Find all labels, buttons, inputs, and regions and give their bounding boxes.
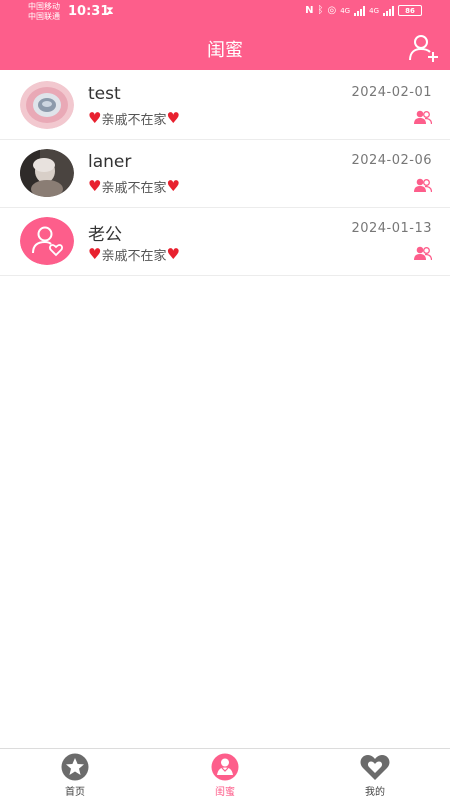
- contact-status: ♥ 亲戚不在家 ♥: [88, 177, 180, 197]
- avatar[interactable]: [20, 81, 74, 129]
- clock: 10:31: [68, 4, 110, 19]
- friends-icon[interactable]: [414, 178, 432, 192]
- plate-photo: [20, 81, 74, 129]
- hourglass-icon: ⧗: [106, 4, 114, 17]
- list-item[interactable]: laner ♥ 亲戚不在家 ♥ 2024-02-06: [0, 140, 450, 208]
- signal-icon-2: [383, 5, 394, 16]
- add-friend-button[interactable]: [408, 32, 440, 64]
- carrier-info: 中国移动 中国联通: [28, 2, 60, 22]
- heart-icon: ♥: [88, 245, 102, 263]
- network-type-1: 4G: [340, 6, 351, 15]
- tab-label: 首页: [65, 787, 85, 798]
- avatar[interactable]: [20, 217, 74, 265]
- bottom-tab-bar: 首页 闺蜜 我的: [0, 748, 450, 800]
- status-text: 亲戚不在家: [101, 181, 167, 196]
- contact-name: laner: [88, 152, 132, 172]
- tab-bestie[interactable]: 闺蜜: [185, 753, 265, 798]
- nfc-icon: N: [305, 5, 314, 16]
- contact-date: 2024-01-13: [351, 221, 432, 236]
- network-type-2: 4G: [369, 6, 379, 15]
- app-screen: 中国移动 中国联通 10:31 ⧗ N ᛒ ◎ 4G 4G 86 闺蜜 test…: [0, 0, 450, 800]
- carrier-1: 中国移动: [28, 2, 60, 11]
- bestie-list: test ♥ 亲戚不在家 ♥ 2024-02-01 laner ♥ 亲戚不在家 …: [0, 72, 450, 276]
- contact-status: ♥ 亲戚不在家 ♥: [88, 245, 180, 265]
- heart-icon: ♥: [88, 109, 102, 127]
- heart-icon: ♥: [166, 245, 180, 263]
- page-title: 闺蜜: [207, 40, 243, 61]
- status-text: 亲戚不在家: [101, 113, 167, 128]
- avatar[interactable]: [20, 149, 74, 197]
- tab-label: 闺蜜: [215, 787, 235, 798]
- carrier-2: 中国联通: [28, 12, 60, 21]
- friends-icon[interactable]: [414, 110, 432, 124]
- list-item[interactable]: test ♥ 亲戚不在家 ♥ 2024-02-01: [0, 72, 450, 140]
- header: 闺蜜: [0, 24, 450, 70]
- tab-label: 我的: [365, 787, 385, 798]
- tab-home[interactable]: 首页: [35, 753, 115, 798]
- star-icon: [61, 753, 89, 781]
- contact-date: 2024-02-06: [351, 153, 432, 168]
- person-photo: [20, 149, 74, 197]
- add-user-icon: [409, 35, 438, 62]
- heart-icon: ♥: [166, 177, 180, 195]
- heart-icon: ♥: [166, 109, 180, 127]
- heart-icon: [360, 755, 390, 780]
- bestie-icon: [211, 753, 239, 781]
- bluetooth-icon: ᛒ: [317, 5, 324, 16]
- signal-icon: [354, 5, 366, 16]
- contact-name: 老公: [88, 225, 122, 245]
- friends-icon[interactable]: [414, 246, 432, 260]
- tab-mine[interactable]: 我的: [335, 753, 415, 798]
- contact-status: ♥ 亲戚不在家 ♥: [88, 109, 180, 129]
- battery-icon: 86: [398, 5, 422, 16]
- status-text: 亲戚不在家: [101, 249, 167, 264]
- battery-level: 86: [405, 6, 415, 15]
- heart-icon: ♥: [88, 177, 102, 195]
- contact-name: test: [88, 84, 121, 104]
- contact-date: 2024-02-01: [351, 85, 432, 100]
- user-heart-icon: [20, 217, 74, 265]
- hotspot-icon: ◎: [327, 5, 337, 16]
- list-item[interactable]: 老公 ♥ 亲戚不在家 ♥ 2024-01-13: [0, 208, 450, 276]
- status-icons: N ᛒ ◎ 4G 4G 86: [305, 5, 422, 16]
- status-bar: 中国移动 中国联通 10:31 ⧗ N ᛒ ◎ 4G 4G 86: [0, 0, 450, 24]
